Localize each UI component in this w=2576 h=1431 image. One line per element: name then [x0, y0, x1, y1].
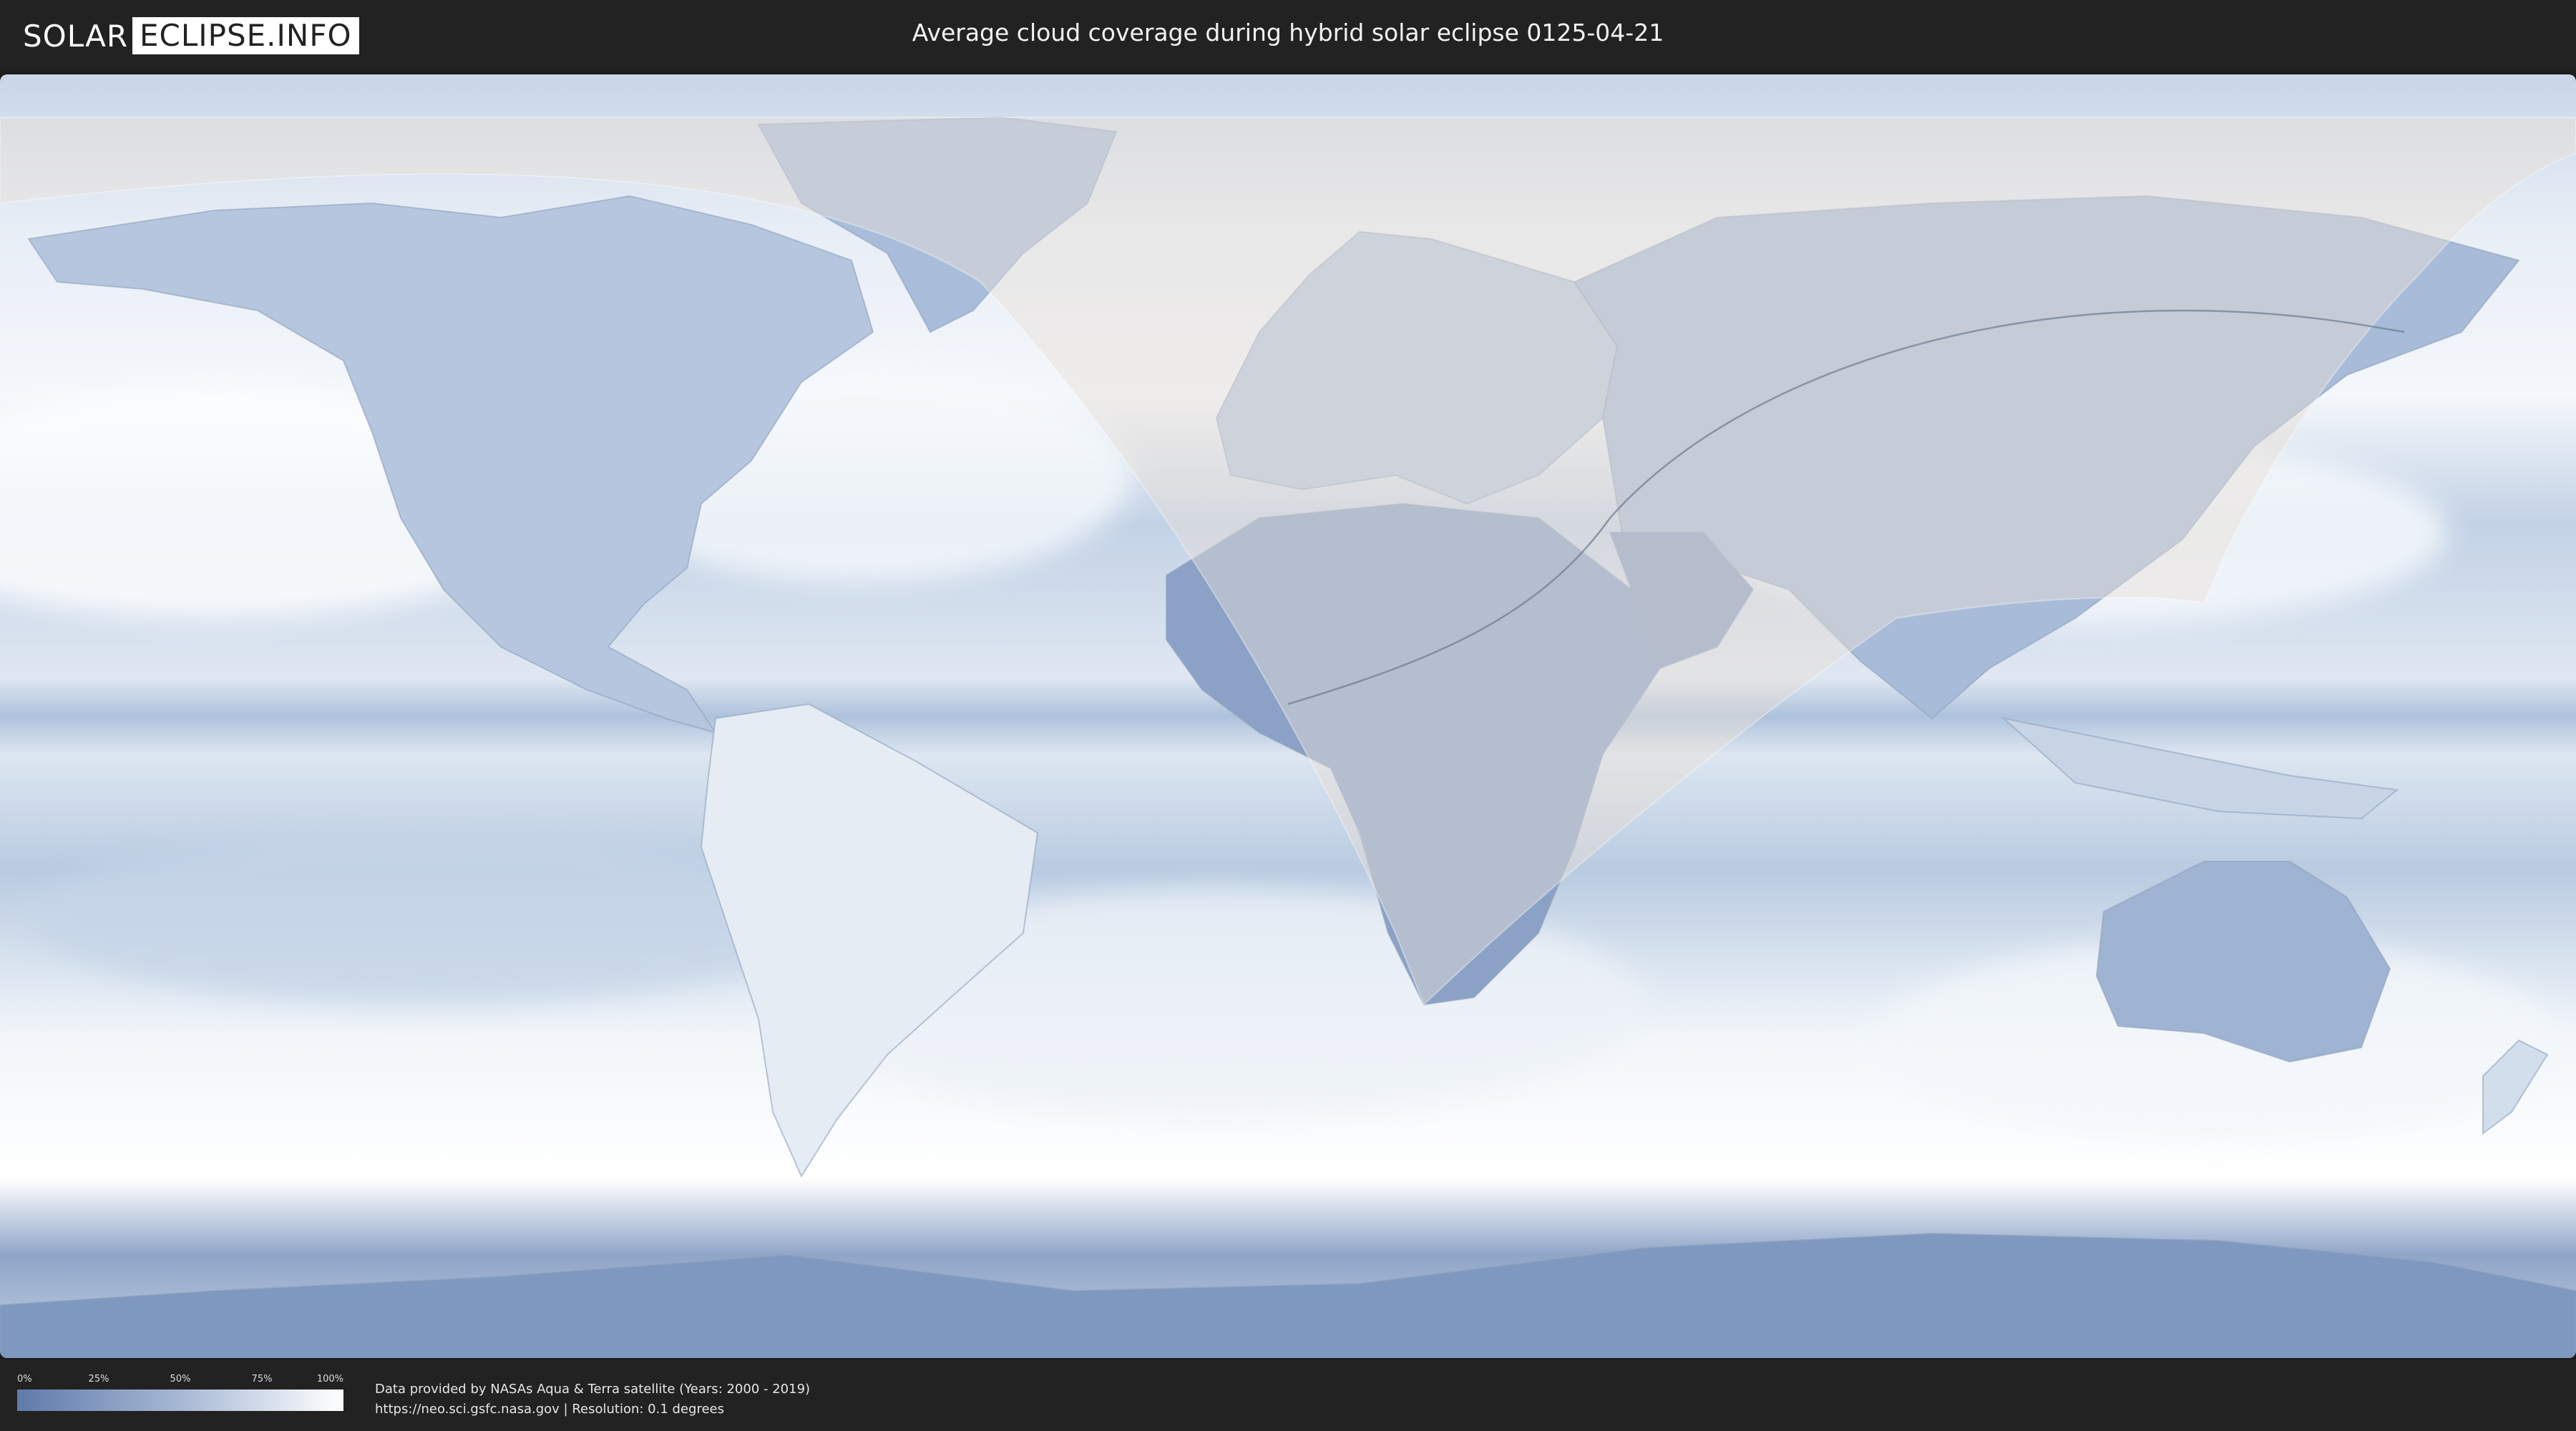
credit-line-source: Data provided by NASAs Aqua & Terra sate…	[375, 1382, 811, 1397]
cloud-coverage-legend: 0% 25% 50% 75% 100%	[17, 1374, 343, 1414]
page-title: Average cloud coverage during hybrid sol…	[912, 19, 1664, 47]
legend-tick-0: 0%	[17, 1374, 32, 1384]
header-bar: SOLAR ECLIPSE.INFO Average cloud coverag…	[0, 0, 2576, 72]
legend-gradient-bar	[17, 1390, 343, 1411]
credit-line-url[interactable]: https://neo.sci.gsfc.nasa.gov | Resoluti…	[375, 1400, 810, 1420]
footer-bar: 0% 25% 50% 75% 100% Data provided by NAS…	[0, 1359, 2576, 1431]
data-credits: Data provided by NASAs Aqua & Terra sate…	[375, 1379, 810, 1420]
legend-tick-25: 25%	[88, 1374, 109, 1384]
cloud-coverage-map	[0, 74, 2576, 1358]
legend-tick-100: 100%	[316, 1374, 343, 1384]
legend-tick-75: 75%	[251, 1374, 273, 1384]
legend-tick-50: 50%	[170, 1374, 191, 1384]
legend-tick-labels: 0% 25% 50% 75% 100%	[17, 1374, 343, 1390]
